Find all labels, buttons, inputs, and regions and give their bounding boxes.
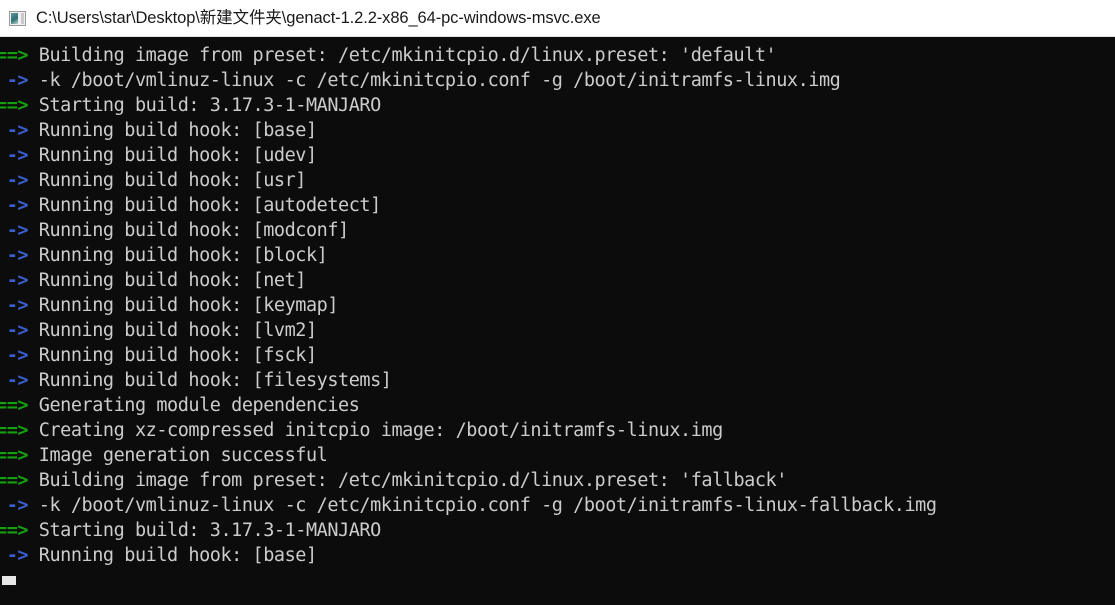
minor-arrow-icon: ->: [6, 195, 29, 216]
console-window: C:\Users\star\Desktop\新建文件夹\genact-1.2.2…: [0, 0, 1115, 605]
terminal-line: -> Running build hook: [block]: [0, 243, 1115, 268]
terminal-line-text: Building image from preset: /etc/mkinitc…: [28, 45, 777, 66]
terminal-line: ==> Image generation successful: [0, 443, 1115, 468]
terminal-line-text: Running build hook: [base]: [28, 545, 317, 566]
terminal-line: ==> Building image from preset: /etc/mki…: [0, 468, 1115, 493]
terminal-line: -> Running build hook: [base]: [0, 118, 1115, 143]
terminal-line-text: Running build hook: [block]: [28, 245, 328, 266]
major-arrow-icon: ==>: [0, 420, 29, 441]
terminal-line-text: Creating xz-compressed initcpio image: /…: [28, 420, 723, 441]
terminal-line-text: Image generation successful: [28, 445, 328, 466]
terminal-line-text: Starting build: 3.17.3-1-MANJARO: [28, 520, 381, 541]
terminal-line: ==> Starting build: 3.17.3-1-MANJARO: [0, 93, 1115, 118]
terminal-line: ==> Building image from preset: /etc/mki…: [0, 43, 1115, 68]
terminal-line: ==> Creating xz-compressed initcpio imag…: [0, 418, 1115, 443]
terminal-line-text: Running build hook: [udev]: [28, 145, 317, 166]
terminal-line-list: ==> Building image from preset: /etc/mki…: [0, 43, 1115, 568]
terminal-line: ==> Generating module dependencies: [0, 393, 1115, 418]
terminal-line: -> -k /boot/vmlinuz-linux -c /etc/mkinit…: [0, 68, 1115, 93]
terminal-line: -> Running build hook: [fsck]: [0, 343, 1115, 368]
major-arrow-icon: ==>: [0, 445, 29, 466]
major-arrow-icon: ==>: [0, 95, 29, 116]
terminal-line-text: Running build hook: [base]: [28, 120, 317, 141]
terminal-cursor: [2, 576, 16, 585]
minor-arrow-icon: ->: [6, 295, 29, 316]
console-window-icon: [9, 10, 26, 26]
title-bar[interactable]: C:\Users\star\Desktop\新建文件夹\genact-1.2.2…: [0, 0, 1115, 37]
terminal-line-text: Generating module dependencies: [28, 395, 360, 416]
terminal-line-text: Building image from preset: /etc/mkinitc…: [28, 470, 788, 491]
terminal-line-text: Running build hook: [modconf]: [28, 220, 349, 241]
terminal-output[interactable]: ==> Building image from preset: /etc/mki…: [0, 37, 1115, 605]
minor-arrow-icon: ->: [6, 120, 29, 141]
terminal-line-text: -k /boot/vmlinuz-linux -c /etc/mkinitcpi…: [28, 495, 937, 516]
major-arrow-icon: ==>: [0, 470, 29, 491]
console-icon-screen: [11, 12, 18, 24]
minor-arrow-icon: ->: [6, 320, 29, 341]
console-icon-edge: [21, 12, 24, 24]
minor-arrow-icon: ->: [6, 170, 29, 191]
terminal-line-text: Starting build: 3.17.3-1-MANJARO: [28, 95, 381, 116]
minor-arrow-icon: ->: [6, 370, 29, 391]
minor-arrow-icon: ->: [6, 545, 29, 566]
minor-arrow-icon: ->: [6, 345, 29, 366]
terminal-line-text: Running build hook: [lvm2]: [28, 320, 317, 341]
terminal-line: -> Running build hook: [udev]: [0, 143, 1115, 168]
minor-arrow-icon: ->: [6, 270, 29, 291]
minor-arrow-icon: ->: [6, 495, 29, 516]
terminal-line-text: Running build hook: [usr]: [28, 170, 307, 191]
minor-arrow-icon: ->: [6, 245, 29, 266]
terminal-line: -> Running build hook: [lvm2]: [0, 318, 1115, 343]
terminal-line: -> Running build hook: [net]: [0, 268, 1115, 293]
minor-arrow-icon: ->: [6, 220, 29, 241]
terminal-line-text: Running build hook: [fsck]: [28, 345, 317, 366]
terminal-line-text: Running build hook: [filesystems]: [28, 370, 392, 391]
terminal-line-text: Running build hook: [autodetect]: [28, 195, 381, 216]
terminal-line: ==> Starting build: 3.17.3-1-MANJARO: [0, 518, 1115, 543]
minor-arrow-icon: ->: [6, 145, 29, 166]
terminal-line: -> Running build hook: [keymap]: [0, 293, 1115, 318]
major-arrow-icon: ==>: [0, 45, 29, 66]
terminal-line-text: Running build hook: [net]: [28, 270, 307, 291]
terminal-line: -> Running build hook: [base]: [0, 543, 1115, 568]
terminal-line: -> -k /boot/vmlinuz-linux -c /etc/mkinit…: [0, 493, 1115, 518]
terminal-line: -> Running build hook: [usr]: [0, 168, 1115, 193]
terminal-line: -> Running build hook: [filesystems]: [0, 368, 1115, 393]
major-arrow-icon: ==>: [0, 520, 29, 541]
terminal-line-text: Running build hook: [keymap]: [28, 295, 339, 316]
terminal-line-text: -k /boot/vmlinuz-linux -c /etc/mkinitcpi…: [28, 70, 841, 91]
terminal-line: -> Running build hook: [autodetect]: [0, 193, 1115, 218]
major-arrow-icon: ==>: [0, 395, 29, 416]
terminal-line: -> Running build hook: [modconf]: [0, 218, 1115, 243]
window-title: C:\Users\star\Desktop\新建文件夹\genact-1.2.2…: [36, 8, 601, 27]
minor-arrow-icon: ->: [6, 70, 29, 91]
